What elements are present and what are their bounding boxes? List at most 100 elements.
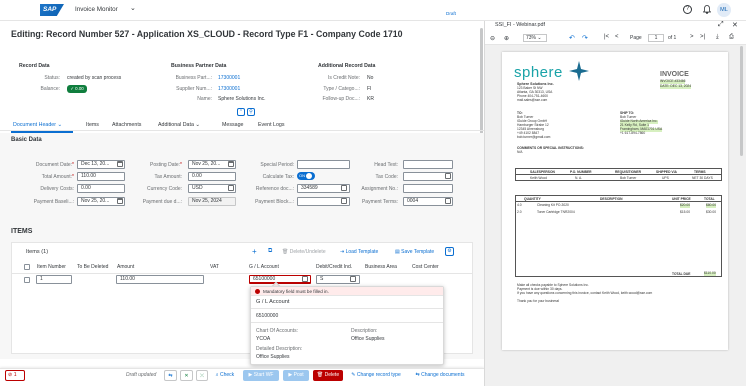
pdf-td: N. A. xyxy=(575,176,583,180)
col-debit-credit[interactable]: Debit/Credit Ind. xyxy=(316,264,352,270)
description-label: Description: xyxy=(351,328,378,334)
tab-message[interactable]: Message xyxy=(222,122,244,128)
close-icon[interactable]: ✕ xyxy=(732,21,738,29)
balance-badge: ✓ 0.00 xyxy=(67,85,87,93)
pdf-scrollbar[interactable] xyxy=(740,46,743,156)
amount-input[interactable]: 110.00 xyxy=(116,275,204,284)
col-amount[interactable]: Amount xyxy=(117,264,134,270)
print-icon[interactable]: ⎙ xyxy=(729,34,734,41)
fullscreen-icon[interactable]: ⤢ xyxy=(718,21,724,29)
tax-amount-input[interactable]: 0.00 xyxy=(188,172,236,181)
tab-event-logs[interactable]: Event Logs xyxy=(258,122,285,128)
supplier-value-link[interactable]: 17300001 xyxy=(218,86,240,92)
check-button[interactable]: ⌕ Check xyxy=(211,370,239,381)
tab-items[interactable]: Items xyxy=(86,122,99,128)
select-all-checkbox[interactable] xyxy=(24,264,30,270)
post-button[interactable]: ▶ Post xyxy=(283,370,309,381)
payment-due-input[interactable]: Nov 25, 2024 xyxy=(188,197,236,206)
value-help-icon[interactable] xyxy=(302,276,308,282)
col-vat[interactable]: VAT xyxy=(210,264,219,270)
avatar[interactable]: ML xyxy=(717,3,731,17)
col-cost-center[interactable]: Cost Center xyxy=(412,264,439,270)
payment-due-label: Payment due d...: xyxy=(142,199,182,205)
tab-attachments[interactable]: Attachments xyxy=(112,122,141,128)
popover-title: G / L Account xyxy=(256,299,290,305)
change-record-type-button[interactable]: ✎ Change record type xyxy=(346,370,406,381)
prev-page-icon[interactable]: < xyxy=(615,34,619,40)
col-to-be-deleted[interactable]: To Be Deleted xyxy=(77,264,108,270)
pdf-th: SHIPPED VIA xyxy=(656,170,677,174)
value-help-icon[interactable] xyxy=(445,173,451,179)
pdf-line-qty: 2.0 xyxy=(517,210,522,214)
bell-icon[interactable] xyxy=(703,5,711,14)
items-table-title: Items (1) xyxy=(26,249,49,255)
page-title-wrap: Editing: Record Number 527 - Application… xyxy=(11,29,403,39)
first-page-icon[interactable]: |< xyxy=(604,34,609,40)
value-help-icon[interactable] xyxy=(445,198,451,204)
pdf-line-unit: $20.00 xyxy=(680,203,691,208)
zoom-in-icon[interactable]: ⊕ xyxy=(504,35,509,42)
delete-undelete-button[interactable]: 🗑 Delete/Undelete xyxy=(282,249,326,255)
tab-document-header[interactable]: Document Header ⌄ xyxy=(13,122,62,128)
chevron-down-icon[interactable]: ⌄ xyxy=(195,122,199,128)
tax-amount-label: Tax Amount: xyxy=(154,174,182,180)
copy-icon[interactable]: ⧉ xyxy=(268,248,272,255)
last-page-icon[interactable]: >| xyxy=(700,34,705,40)
zoom-select[interactable]: 73% ⌄ xyxy=(523,34,547,42)
toggle-knob xyxy=(306,173,312,179)
item-number-input[interactable]: 1 xyxy=(36,275,72,284)
calendar-icon[interactable] xyxy=(117,198,123,204)
credit-value: No xyxy=(367,75,374,81)
pdf-file-title: SSI_FI - Webinar.pdf xyxy=(495,22,545,28)
page-number-input[interactable]: 1 xyxy=(648,34,664,42)
start-wf-button[interactable]: ▶ Start WF xyxy=(243,370,279,381)
add-row-icon[interactable]: + xyxy=(252,247,257,256)
messages-button[interactable]: ⊘ 1 xyxy=(5,370,25,381)
page-label: Page xyxy=(630,35,642,41)
delete-button[interactable]: 🗑 Delete xyxy=(313,370,343,381)
help-icon[interactable]: ? xyxy=(683,5,692,14)
app-title[interactable]: Invoice Monitor xyxy=(75,6,118,13)
col-business-area[interactable]: Business Area xyxy=(365,264,397,270)
bp-value-link[interactable]: 17300001 xyxy=(218,75,240,81)
download-icon[interactable]: ⤓ xyxy=(716,34,719,41)
calculate-tax-label: Calculate Tax: xyxy=(262,174,294,180)
col-gl-account[interactable]: G / L Account xyxy=(249,264,279,270)
col-item-number[interactable]: Item Number xyxy=(37,264,66,270)
calendar-icon[interactable] xyxy=(117,161,123,167)
shuffle-icon[interactable]: ⤫ xyxy=(196,370,208,381)
head-text-label: Head Text: xyxy=(374,162,398,168)
chevron-down-icon[interactable]: ⌄ xyxy=(57,122,61,128)
chevron-down-icon[interactable]: ⌄ xyxy=(130,4,136,12)
pin-header-icon[interactable]: ⚲ xyxy=(247,108,255,116)
pdf-th: QUANTITY xyxy=(524,197,541,201)
coa-value: YCOA xyxy=(256,336,271,342)
to-line: bob.turner@gmail.com xyxy=(517,135,551,139)
collapse-header-icon[interactable]: ⌃ xyxy=(237,108,245,116)
row-checkbox[interactable] xyxy=(24,277,30,283)
value-help-icon[interactable] xyxy=(350,276,356,282)
payment-baseline-label: Payment Baseli...: xyxy=(33,199,74,205)
items-heading: ITEMS xyxy=(11,228,33,235)
save-template-button[interactable]: ▤ Save Template xyxy=(395,249,434,255)
company-address-4: mail.sales@sse.com xyxy=(517,98,548,102)
next-page-icon[interactable]: > xyxy=(690,34,694,40)
change-documents-button[interactable]: ⇆ Change documents xyxy=(410,370,470,381)
undo-icon[interactable]: ↶ xyxy=(569,34,575,42)
value-help-icon[interactable] xyxy=(228,185,234,191)
redo-icon[interactable]: ↷ xyxy=(582,34,588,42)
assignment-input[interactable] xyxy=(403,184,453,193)
bp-data-heading: Business Partner Data xyxy=(171,63,227,69)
load-template-button[interactable]: ⇥ Load Template xyxy=(340,249,378,255)
delivery-costs-input[interactable]: 0.00 xyxy=(77,184,125,193)
save-draft-icon[interactable]: ⇆ xyxy=(164,370,177,381)
posting-date-label: Posting Date:* xyxy=(150,162,182,168)
zoom-out-icon[interactable]: ⊖ xyxy=(490,35,495,42)
head-text-input[interactable] xyxy=(403,160,453,169)
settings-gear-icon[interactable]: ⚙ xyxy=(445,247,454,256)
calendar-icon[interactable] xyxy=(228,161,234,167)
close-x-icon[interactable]: ✕ xyxy=(180,370,193,381)
tab-additional-data[interactable]: Additional Data ⌄ xyxy=(158,122,200,128)
total-amount-input[interactable]: 110.00 xyxy=(77,172,125,181)
total-due-label: TOTAL DUE xyxy=(672,272,691,276)
